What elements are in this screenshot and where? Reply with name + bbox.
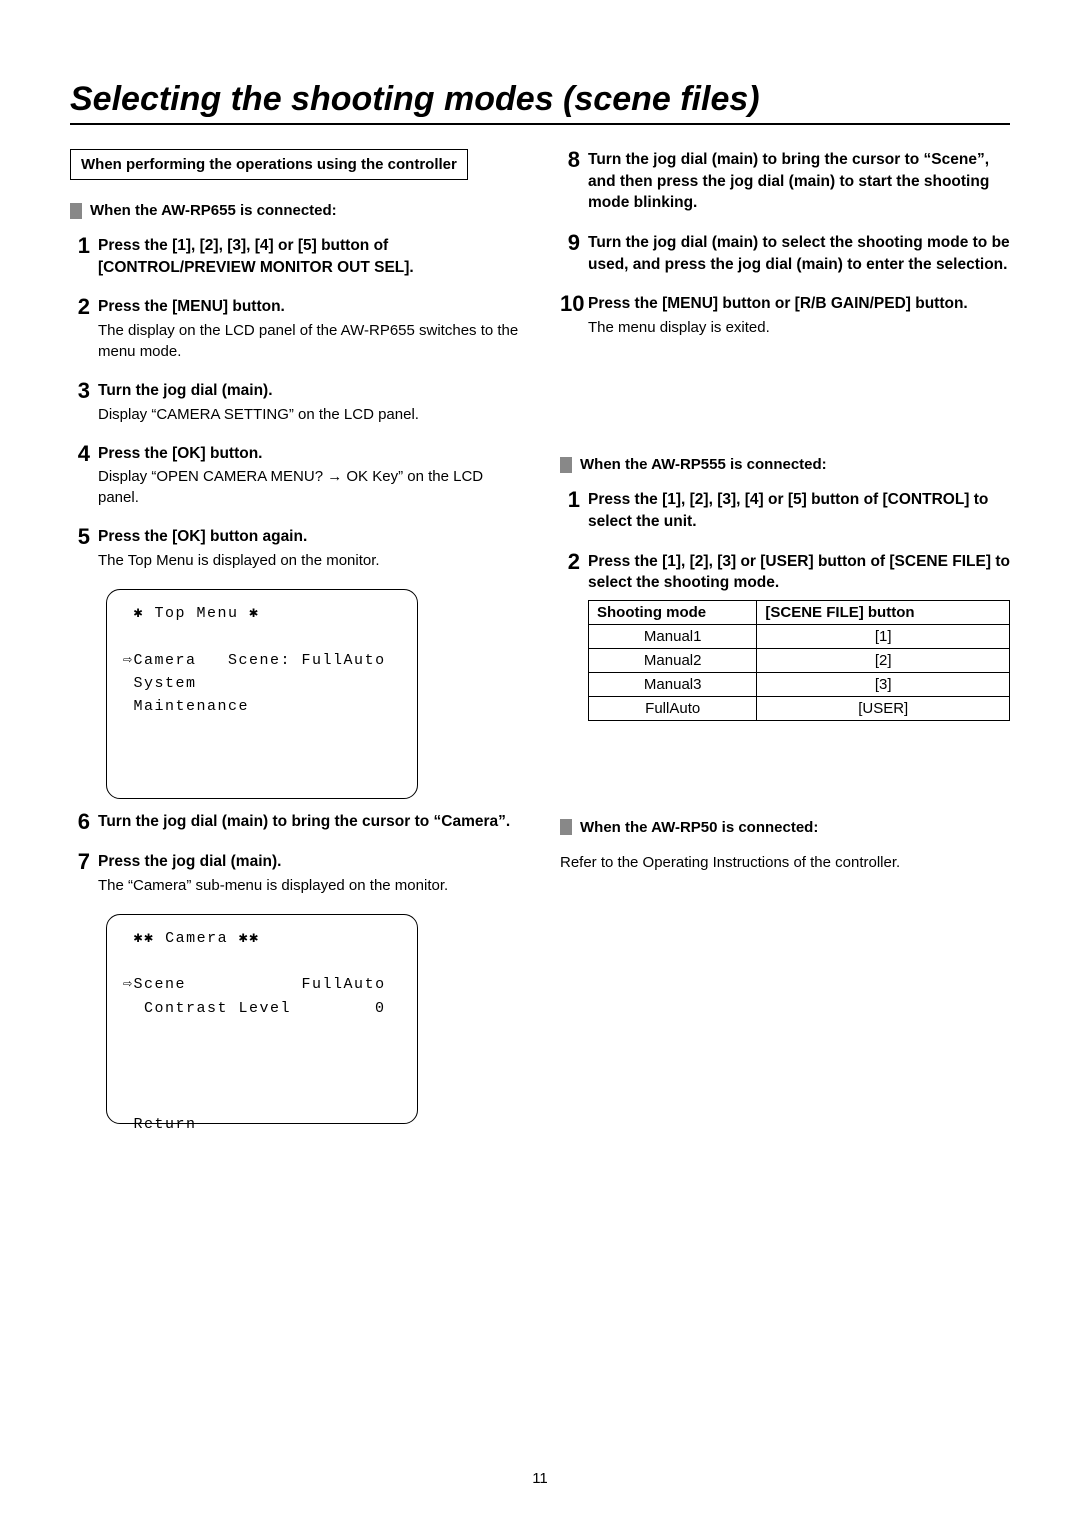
section-header-rp555: When the AW-RP555 is connected: xyxy=(560,456,1010,473)
step-number: 2 xyxy=(70,296,96,318)
table-header: [SCENE FILE] button xyxy=(757,600,1010,624)
section-header-label: When the AW-RP655 is connected: xyxy=(90,202,337,219)
table-cell: FullAuto xyxy=(589,696,757,720)
step-number: 9 xyxy=(560,232,586,254)
step-desc: The menu display is exited. xyxy=(588,317,1010,338)
step-number: 2 xyxy=(560,551,586,573)
table-cell: [USER] xyxy=(757,696,1010,720)
page-number: 11 xyxy=(0,1470,1080,1487)
step-9: 9 Turn the jog dial (main) to select the… xyxy=(560,232,1010,275)
step-title: Press the jog dial (main). xyxy=(98,851,520,873)
step-1: 1 Press the [1], [2], [3], [4] or [5] bu… xyxy=(70,235,520,278)
step-2: 2 Press the [MENU] button. The display o… xyxy=(70,296,520,362)
step-number: 4 xyxy=(70,443,96,465)
step-number: 10 xyxy=(560,293,586,315)
step-number: 8 xyxy=(560,149,586,171)
step-555-1: 1 Press the [1], [2], [3], [4] or [5] bu… xyxy=(560,489,1010,532)
step-5: 5 Press the [OK] button again. The Top M… xyxy=(70,526,520,571)
step-desc: Display “CAMERA SETTING” on the LCD pane… xyxy=(98,404,520,425)
content-columns: When performing the operations using the… xyxy=(70,149,1010,1136)
step-desc: The Top Menu is displayed on the monitor… xyxy=(98,550,520,571)
step-desc: The display on the LCD panel of the AW-R… xyxy=(98,320,520,362)
boxed-header: When performing the operations using the… xyxy=(70,149,468,180)
step-number: 1 xyxy=(560,489,586,511)
step-title: Press the [MENU] button or [R/B GAIN/PED… xyxy=(588,293,1010,315)
step-desc: Display “OPEN CAMERA MENU? → OK Key” on … xyxy=(98,466,520,508)
page-title: Selecting the shooting modes (scene file… xyxy=(70,80,1010,125)
left-column: When performing the operations using the… xyxy=(70,149,520,1136)
step-desc: The “Camera” sub-menu is displayed on th… xyxy=(98,875,520,896)
step-title: Press the [OK] button. xyxy=(98,443,520,465)
table-cell: [2] xyxy=(757,648,1010,672)
step-title: Press the [MENU] button. xyxy=(98,296,520,318)
step-4: 4 Press the [OK] button. Display “OPEN C… xyxy=(70,443,520,509)
table-cell: Manual3 xyxy=(589,672,757,696)
scene-file-table: Shooting mode [SCENE FILE] button Manual… xyxy=(588,600,1010,721)
rp50-text: Refer to the Operating Instructions of t… xyxy=(560,852,1010,873)
step-title: Press the [1], [2], [3], [4] or [5] butt… xyxy=(588,489,1010,532)
table-row: Manual1 [1] xyxy=(589,624,1010,648)
menu-screen-top: ✱ Top Menu ✱ ⇨Camera Scene: FullAuto Sys… xyxy=(106,589,418,799)
section-header-rp655: When the AW-RP655 is connected: xyxy=(70,202,520,219)
table-cell: [3] xyxy=(757,672,1010,696)
step-title: Turn the jog dial (main). xyxy=(98,380,520,402)
step-title: Press the [1], [2], [3] or [USER] button… xyxy=(588,551,1010,594)
section-header-label: When the AW-RP50 is connected: xyxy=(580,819,818,836)
step-7: 7 Press the jog dial (main). The “Camera… xyxy=(70,851,520,896)
table-cell: Manual1 xyxy=(589,624,757,648)
step-title: Press the [1], [2], [3], [4] or [5] butt… xyxy=(98,235,520,278)
table-row: Manual2 [2] xyxy=(589,648,1010,672)
table-cell: [1] xyxy=(757,624,1010,648)
section-header-rp50: When the AW-RP50 is connected: xyxy=(560,819,1010,836)
step-number: 3 xyxy=(70,380,96,402)
right-column: 8 Turn the jog dial (main) to bring the … xyxy=(560,149,1010,1136)
table-row: Manual3 [3] xyxy=(589,672,1010,696)
step-title: Turn the jog dial (main) to bring the cu… xyxy=(588,149,1010,214)
step-title: Turn the jog dial (main) to bring the cu… xyxy=(98,811,520,833)
table-header: Shooting mode xyxy=(589,600,757,624)
step-title: Press the [OK] button again. xyxy=(98,526,520,548)
section-header-label: When the AW-RP555 is connected: xyxy=(580,456,827,473)
step-555-2: 2 Press the [1], [2], [3] or [USER] butt… xyxy=(560,551,1010,721)
step-6: 6 Turn the jog dial (main) to bring the … xyxy=(70,811,520,833)
table-row: FullAuto [USER] xyxy=(589,696,1010,720)
step-number: 7 xyxy=(70,851,96,873)
table-cell: Manual2 xyxy=(589,648,757,672)
step-10: 10 Press the [MENU] button or [R/B GAIN/… xyxy=(560,293,1010,338)
step-number: 5 xyxy=(70,526,96,548)
step-title: Turn the jog dial (main) to select the s… xyxy=(588,232,1010,275)
step-number: 6 xyxy=(70,811,96,833)
step-8: 8 Turn the jog dial (main) to bring the … xyxy=(560,149,1010,214)
table-header-row: Shooting mode [SCENE FILE] button xyxy=(589,600,1010,624)
step-number: 1 xyxy=(70,235,96,257)
step-3: 3 Turn the jog dial (main). Display “CAM… xyxy=(70,380,520,425)
menu-screen-camera: ✱✱ Camera ✱✱ ⇨Scene FullAuto Contrast Le… xyxy=(106,914,418,1124)
